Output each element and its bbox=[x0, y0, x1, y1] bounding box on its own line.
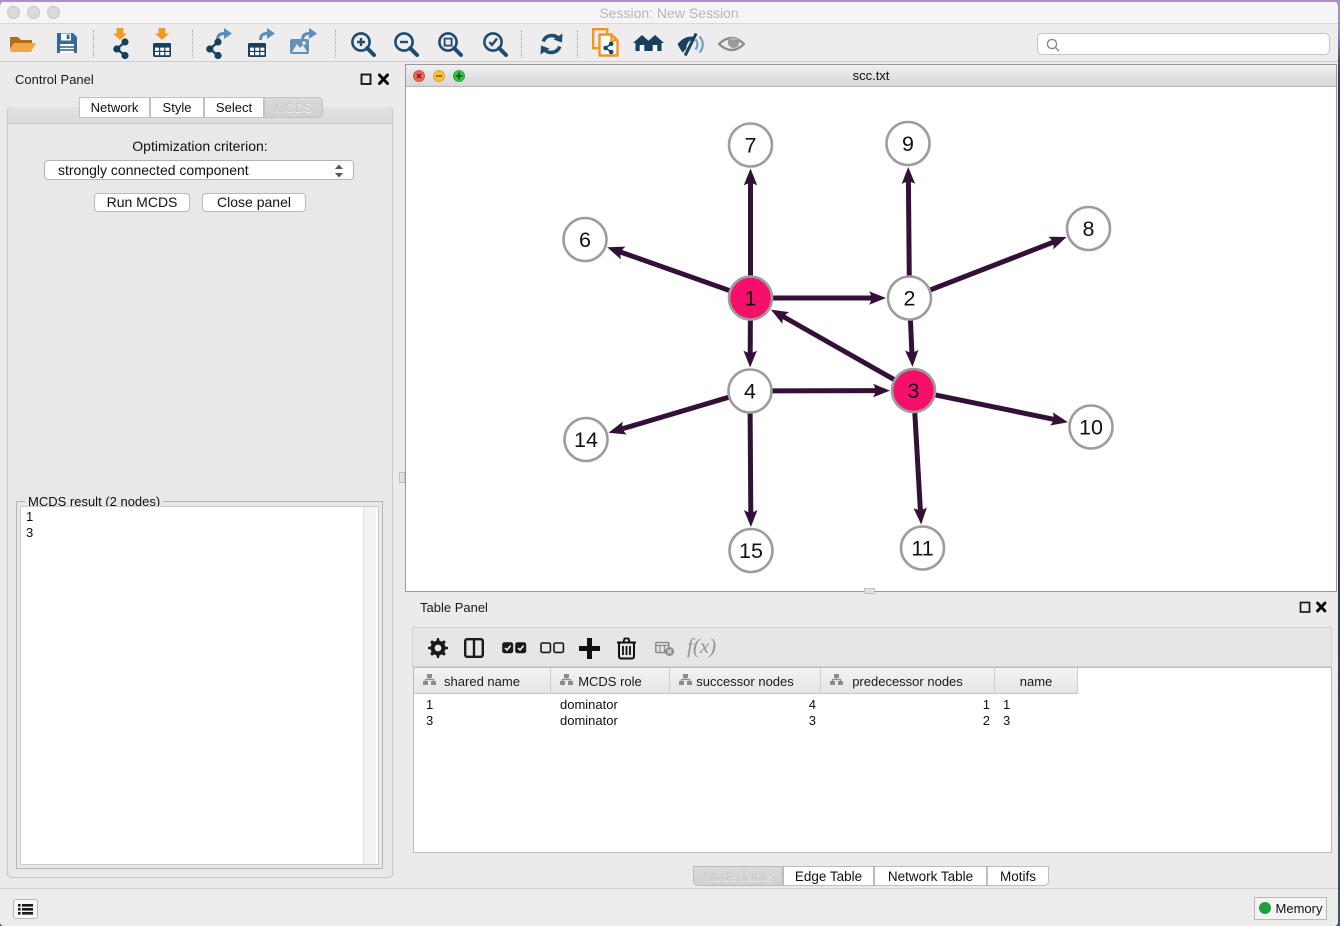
svg-text:7: 7 bbox=[745, 134, 757, 158]
svg-text:14: 14 bbox=[574, 428, 598, 452]
svg-text:10: 10 bbox=[1079, 416, 1103, 440]
svg-text:4: 4 bbox=[744, 380, 756, 404]
svg-text:15: 15 bbox=[739, 539, 763, 563]
svg-text:9: 9 bbox=[902, 132, 914, 156]
svg-text:3: 3 bbox=[908, 379, 920, 403]
svg-text:6: 6 bbox=[579, 228, 591, 252]
svg-text:1: 1 bbox=[745, 287, 757, 311]
svg-text:8: 8 bbox=[1083, 217, 1095, 241]
svg-text:11: 11 bbox=[911, 537, 933, 561]
svg-text:2: 2 bbox=[904, 287, 916, 311]
